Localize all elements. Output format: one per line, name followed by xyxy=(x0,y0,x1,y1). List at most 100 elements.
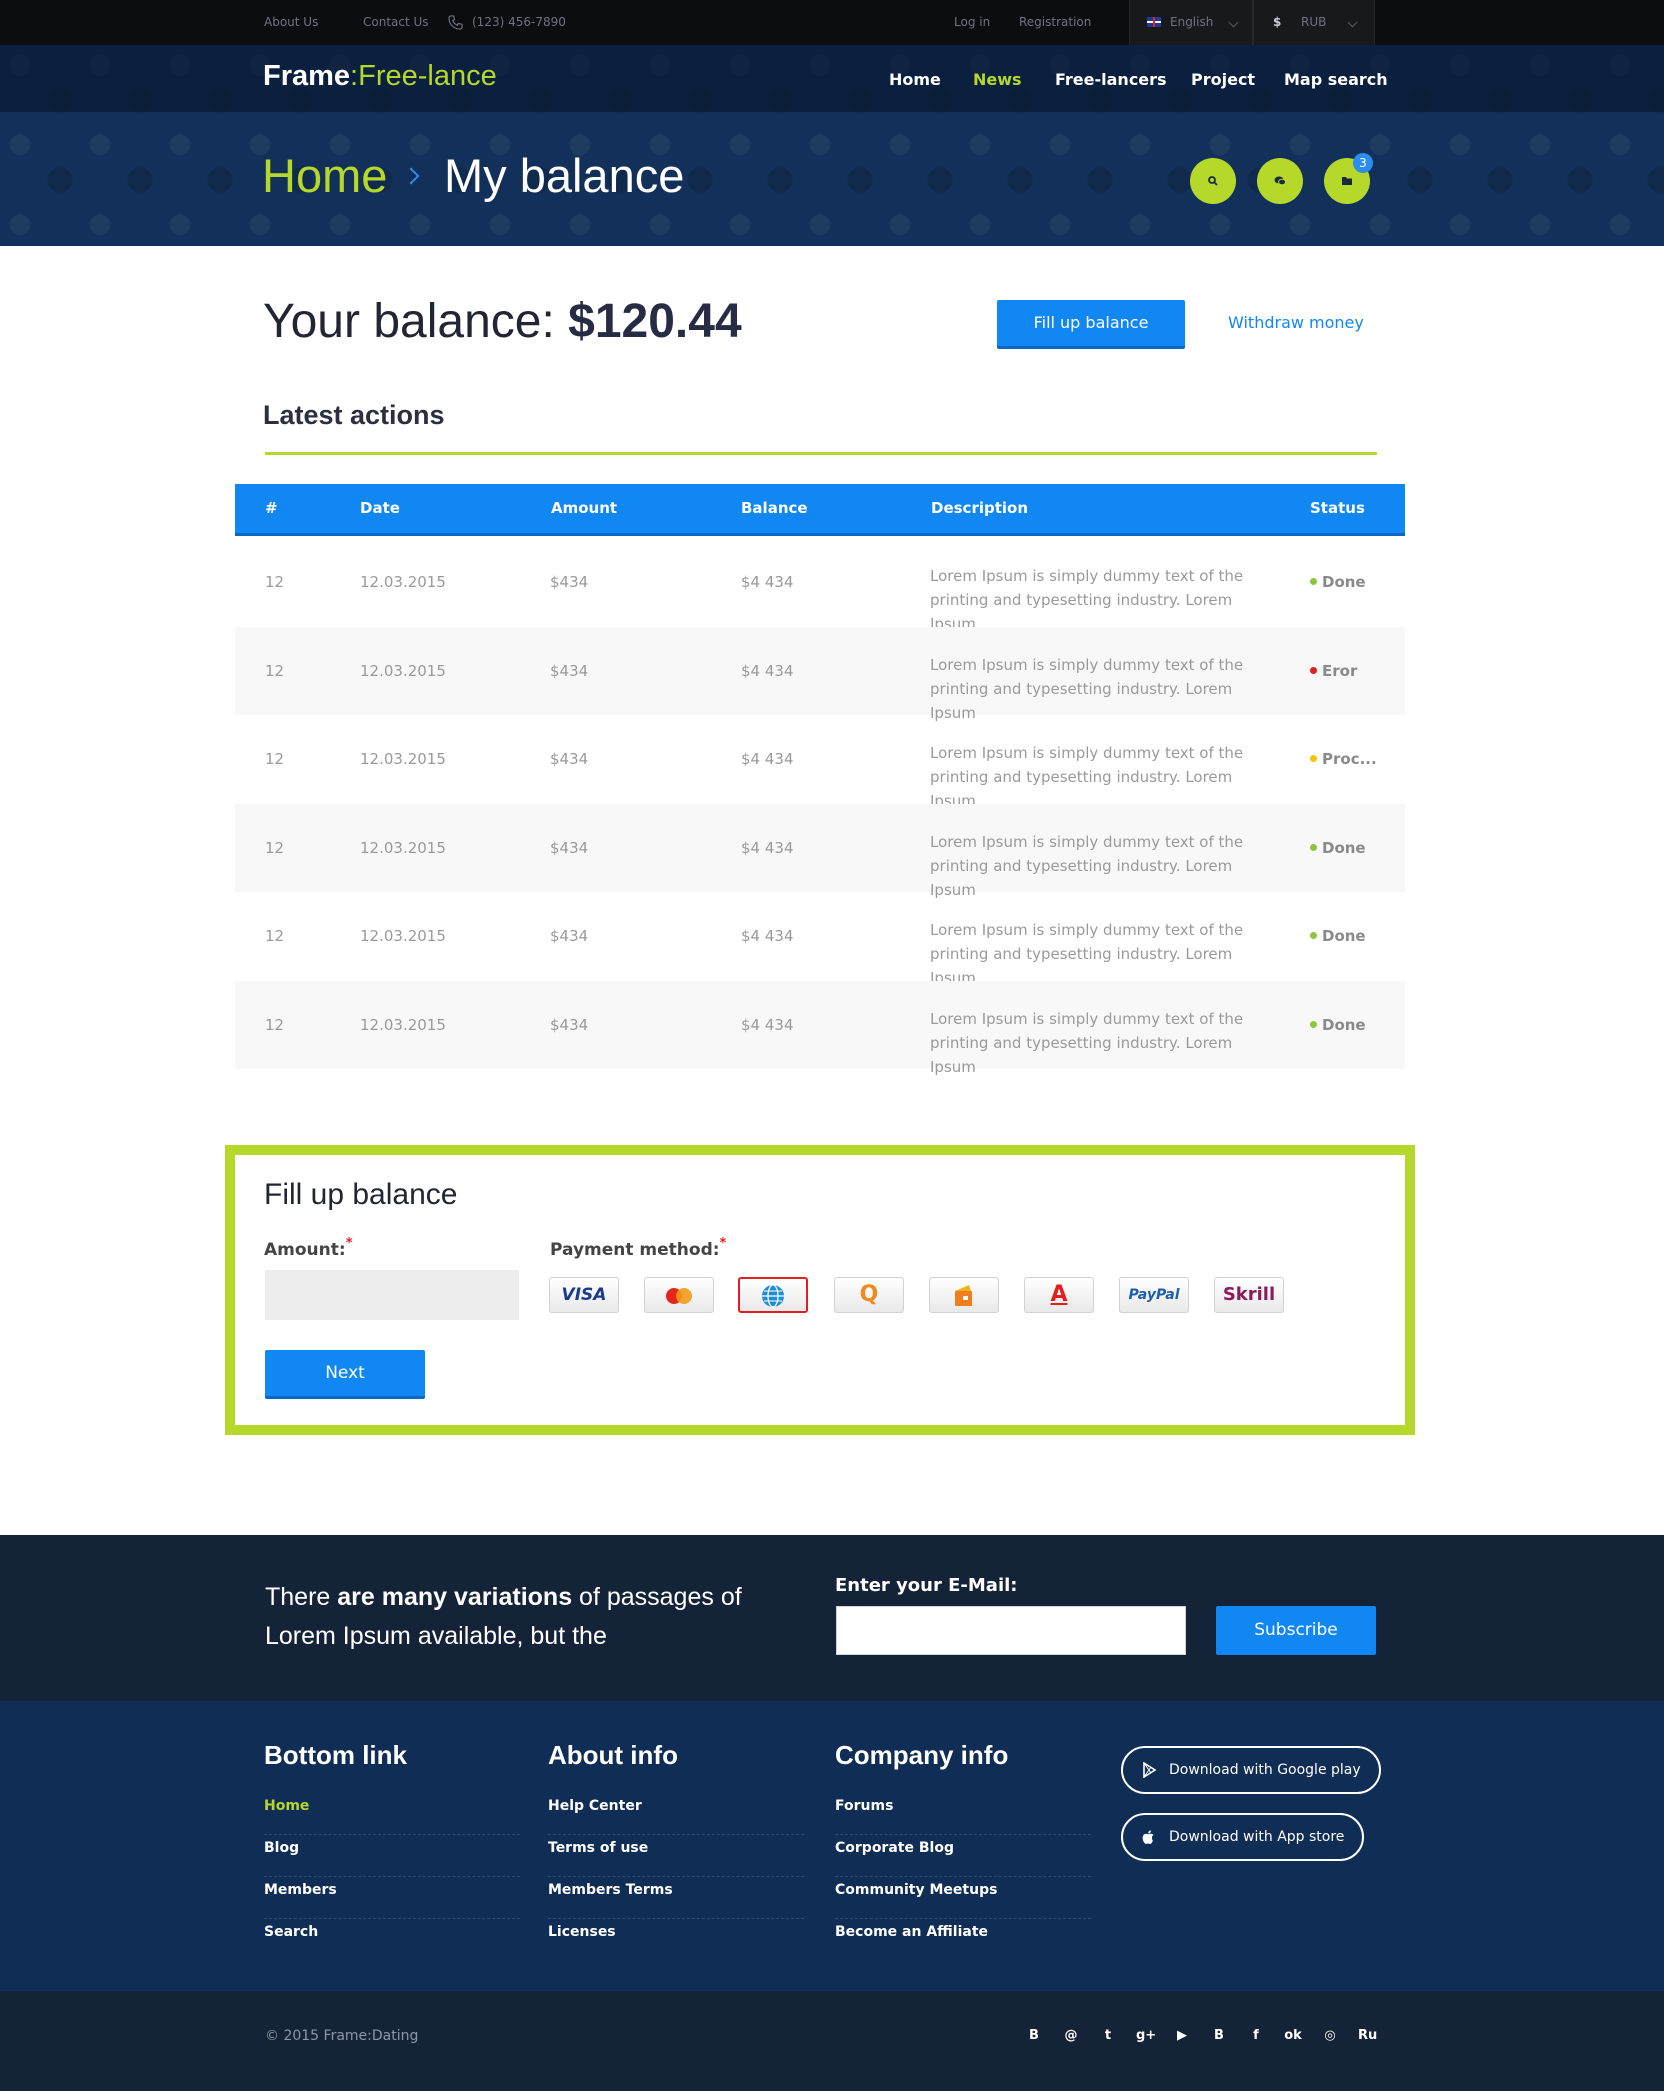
divider xyxy=(265,452,1377,455)
search-icon xyxy=(1208,176,1218,186)
footer-link-help-center[interactable]: Help Center xyxy=(548,1793,804,1835)
subscribe-section xyxy=(0,1535,1664,1701)
blogger-icon[interactable]: B xyxy=(1210,2027,1228,2045)
footer-title-company-info: Company info xyxy=(835,1740,1009,1770)
footer-link-home[interactable]: Home xyxy=(264,1793,520,1835)
row-status: Done xyxy=(1322,1015,1366,1034)
email-input[interactable] xyxy=(836,1606,1186,1655)
row-amount: $434 xyxy=(550,838,589,857)
row-description: Lorem Ipsum is simply dummy text of the … xyxy=(930,744,1244,810)
footer-link-terms-of-use[interactable]: Terms of use xyxy=(548,1835,804,1877)
footer-link-become-an-affiliate[interactable]: Become an Affiliate xyxy=(835,1919,1091,1961)
status-dot-icon xyxy=(1310,1020,1317,1028)
main-nav-bar xyxy=(0,45,1664,112)
about-us-link[interactable]: About Us xyxy=(264,0,318,45)
row-amount: $434 xyxy=(550,573,589,591)
row-balance: $4 434 xyxy=(741,927,794,945)
copyright: © 2015 Frame:Dating xyxy=(265,2028,419,2044)
footer-link-members-terms[interactable]: Members Terms xyxy=(548,1877,804,1919)
nav-project[interactable]: Project xyxy=(1191,70,1255,89)
ru-icon[interactable]: Ru xyxy=(1358,2027,1377,2045)
balance-heading: Your balance: $120.44 xyxy=(263,294,742,349)
table-row: 12 12.03.2015 $434 $4 434 Lorem Ipsum is sim… xyxy=(235,715,1405,810)
mastercard-icon xyxy=(666,1288,692,1304)
row-date: 12.03.2015 xyxy=(360,750,446,768)
mail-icon[interactable]: @ xyxy=(1062,2027,1080,2045)
fill-up-balance-button[interactable]: Fill up balance xyxy=(997,300,1185,349)
google-plus-icon[interactable]: g+ xyxy=(1136,2027,1156,2045)
mastercard-option[interactable] xyxy=(644,1277,714,1313)
subscribe-button[interactable]: Subscribe xyxy=(1216,1606,1376,1655)
row-status: Done xyxy=(1322,573,1366,591)
table-row: 12 12.03.2015 $434 $4 434 Lorem Ipsum is sim… xyxy=(235,626,1405,722)
yandex-money-option[interactable] xyxy=(929,1277,999,1313)
visa-option[interactable]: VISA xyxy=(549,1277,619,1313)
row-number: 12 xyxy=(265,838,285,857)
table-row: 12 12.03.2015 $434 $4 434 Lorem Ipsum is sim… xyxy=(235,980,1405,1076)
row-amount: $434 xyxy=(550,927,589,945)
currency-dropdown[interactable]: $ RUB xyxy=(1253,0,1375,45)
row-status: Done xyxy=(1322,838,1366,857)
qiwi-option[interactable]: Q xyxy=(834,1277,904,1313)
skrill-option[interactable]: Skrill xyxy=(1214,1277,1284,1313)
footer-link-blog[interactable]: Blog xyxy=(264,1835,520,1877)
contact-us-link[interactable]: Contact Us xyxy=(363,0,429,45)
footer-link-community-meetups[interactable]: Community Meetups xyxy=(835,1877,1091,1919)
row-date: 12.03.2015 xyxy=(360,927,446,945)
registration-link[interactable]: Registration xyxy=(1019,0,1091,45)
row-status: Eror xyxy=(1322,661,1358,680)
chat-bubbles-icon xyxy=(1274,176,1286,186)
youtube-icon[interactable]: ▶ xyxy=(1173,2027,1191,2045)
footer-link-forums[interactable]: Forums xyxy=(835,1793,1091,1835)
footer-link-members[interactable]: Members xyxy=(264,1877,520,1919)
login-link[interactable]: Log in xyxy=(954,0,990,45)
col-amount: Amount xyxy=(551,499,618,517)
col-date: Date xyxy=(360,499,400,517)
nav-map-search[interactable]: Map search xyxy=(1284,70,1388,89)
dollar-icon: $ xyxy=(1273,15,1282,29)
row-number: 12 xyxy=(265,573,285,591)
footer-link-search[interactable]: Search xyxy=(264,1919,520,1961)
row-date: 12.03.2015 xyxy=(360,573,446,591)
alfa-bank-option[interactable]: A xyxy=(1024,1277,1094,1313)
row-date: 12.03.2015 xyxy=(360,1015,446,1034)
row-description: Lorem Ipsum is simply dummy text of the … xyxy=(930,567,1244,633)
footer-link-corporate-blog[interactable]: Corporate Blog xyxy=(835,1835,1091,1877)
fill-up-title: Fill up balance xyxy=(264,1178,458,1211)
row-description: Lorem Ipsum is simply dummy text of the … xyxy=(930,1009,1244,1076)
chevron-down-icon xyxy=(1347,17,1358,28)
status-dot-icon xyxy=(1310,932,1317,939)
footer-title-about-info: About info xyxy=(548,1740,678,1770)
logo[interactable]: Frame:Free-lance xyxy=(263,60,497,93)
app-store-button[interactable]: Download with App store xyxy=(1121,1813,1365,1861)
balance-amount: $120.44 xyxy=(568,295,742,348)
footer xyxy=(0,1701,1664,1991)
nav-free-lancers[interactable]: Free-lancers xyxy=(1055,70,1167,89)
facebook-icon[interactable]: f xyxy=(1247,2027,1265,2045)
vk-icon[interactable]: B xyxy=(1025,2027,1043,2045)
footer-link-licenses[interactable]: Licenses xyxy=(548,1919,804,1961)
messages-button[interactable] xyxy=(1257,158,1303,204)
paypal-option[interactable]: PayPal xyxy=(1119,1277,1189,1313)
tumblr-icon[interactable]: t xyxy=(1099,2027,1117,2045)
dribbble-icon[interactable]: ◎ xyxy=(1321,2027,1339,2045)
row-number: 12 xyxy=(265,927,285,945)
next-button[interactable]: Next xyxy=(265,1350,425,1399)
nav-home[interactable]: Home xyxy=(889,70,941,89)
hero-banner xyxy=(0,45,1664,246)
apple-icon xyxy=(1142,1830,1154,1844)
row-description: Lorem Ipsum is simply dummy text of the … xyxy=(930,832,1244,899)
row-number: 12 xyxy=(265,750,285,768)
col-balance: Balance xyxy=(741,499,808,517)
nav-news[interactable]: News xyxy=(973,70,1022,89)
amount-input[interactable] xyxy=(265,1270,519,1320)
webmoney-option[interactable] xyxy=(738,1277,808,1313)
language-dropdown[interactable]: English xyxy=(1129,0,1253,45)
breadcrumb-home[interactable]: Home xyxy=(262,148,387,203)
col-number: # xyxy=(265,499,278,517)
table-header: # Date Amount Balance Description Status xyxy=(235,484,1405,536)
google-play-button[interactable]: Download with Google play xyxy=(1121,1746,1381,1794)
odnoklassniki-icon[interactable]: ok xyxy=(1284,2027,1302,2045)
withdraw-money-link[interactable]: Withdraw money xyxy=(1228,313,1364,332)
search-button[interactable] xyxy=(1190,158,1236,204)
